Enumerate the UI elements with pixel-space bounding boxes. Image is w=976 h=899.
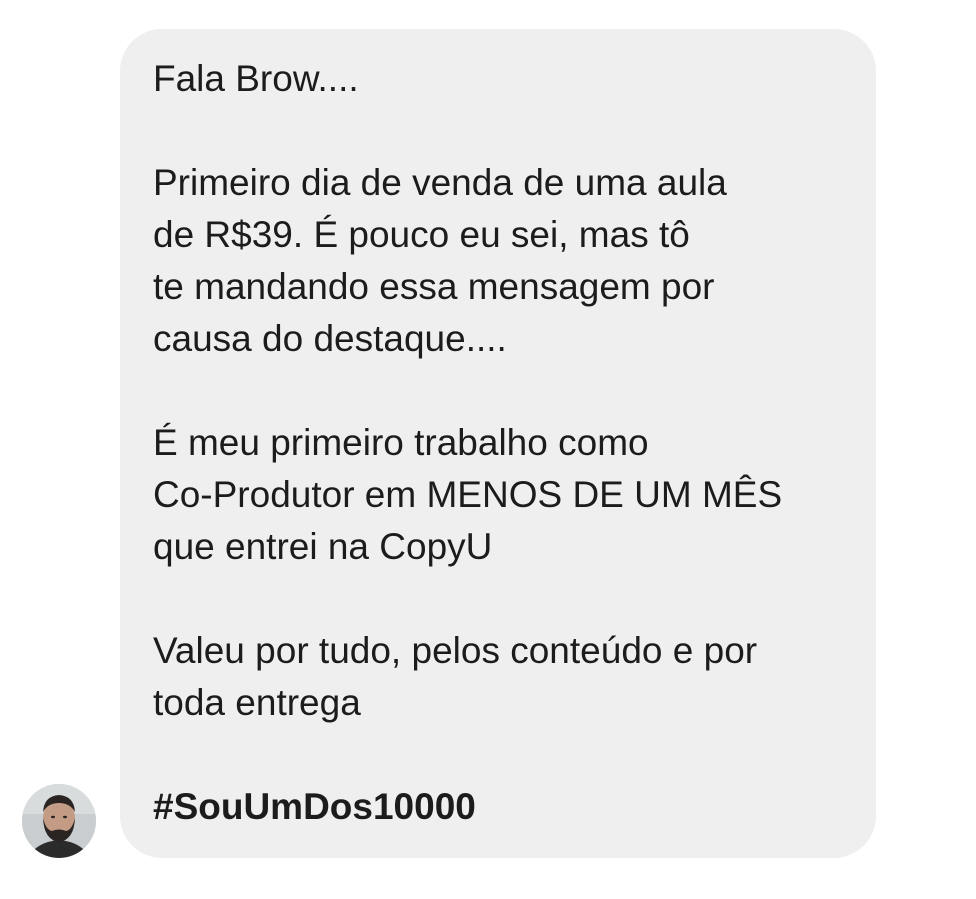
message-paragraph: Fala Brow.... <box>153 58 359 99</box>
message-paragraph: Primeiro dia de venda de uma aula de R$3… <box>153 162 727 359</box>
profile-photo-icon <box>22 784 96 858</box>
message-paragraph: Valeu por tudo, pelos conteúdo e por tod… <box>153 630 758 723</box>
sender-avatar[interactable] <box>22 784 96 858</box>
message-paragraph: É meu primeiro trabalho como Co-Produtor… <box>153 422 783 567</box>
message-hashtag[interactable]: #SouUmDos10000 <box>153 781 846 833</box>
chat-thread: Fala Brow.... Primeiro dia de venda de u… <box>0 0 976 899</box>
message-bubble[interactable]: Fala Brow.... Primeiro dia de venda de u… <box>120 29 876 858</box>
